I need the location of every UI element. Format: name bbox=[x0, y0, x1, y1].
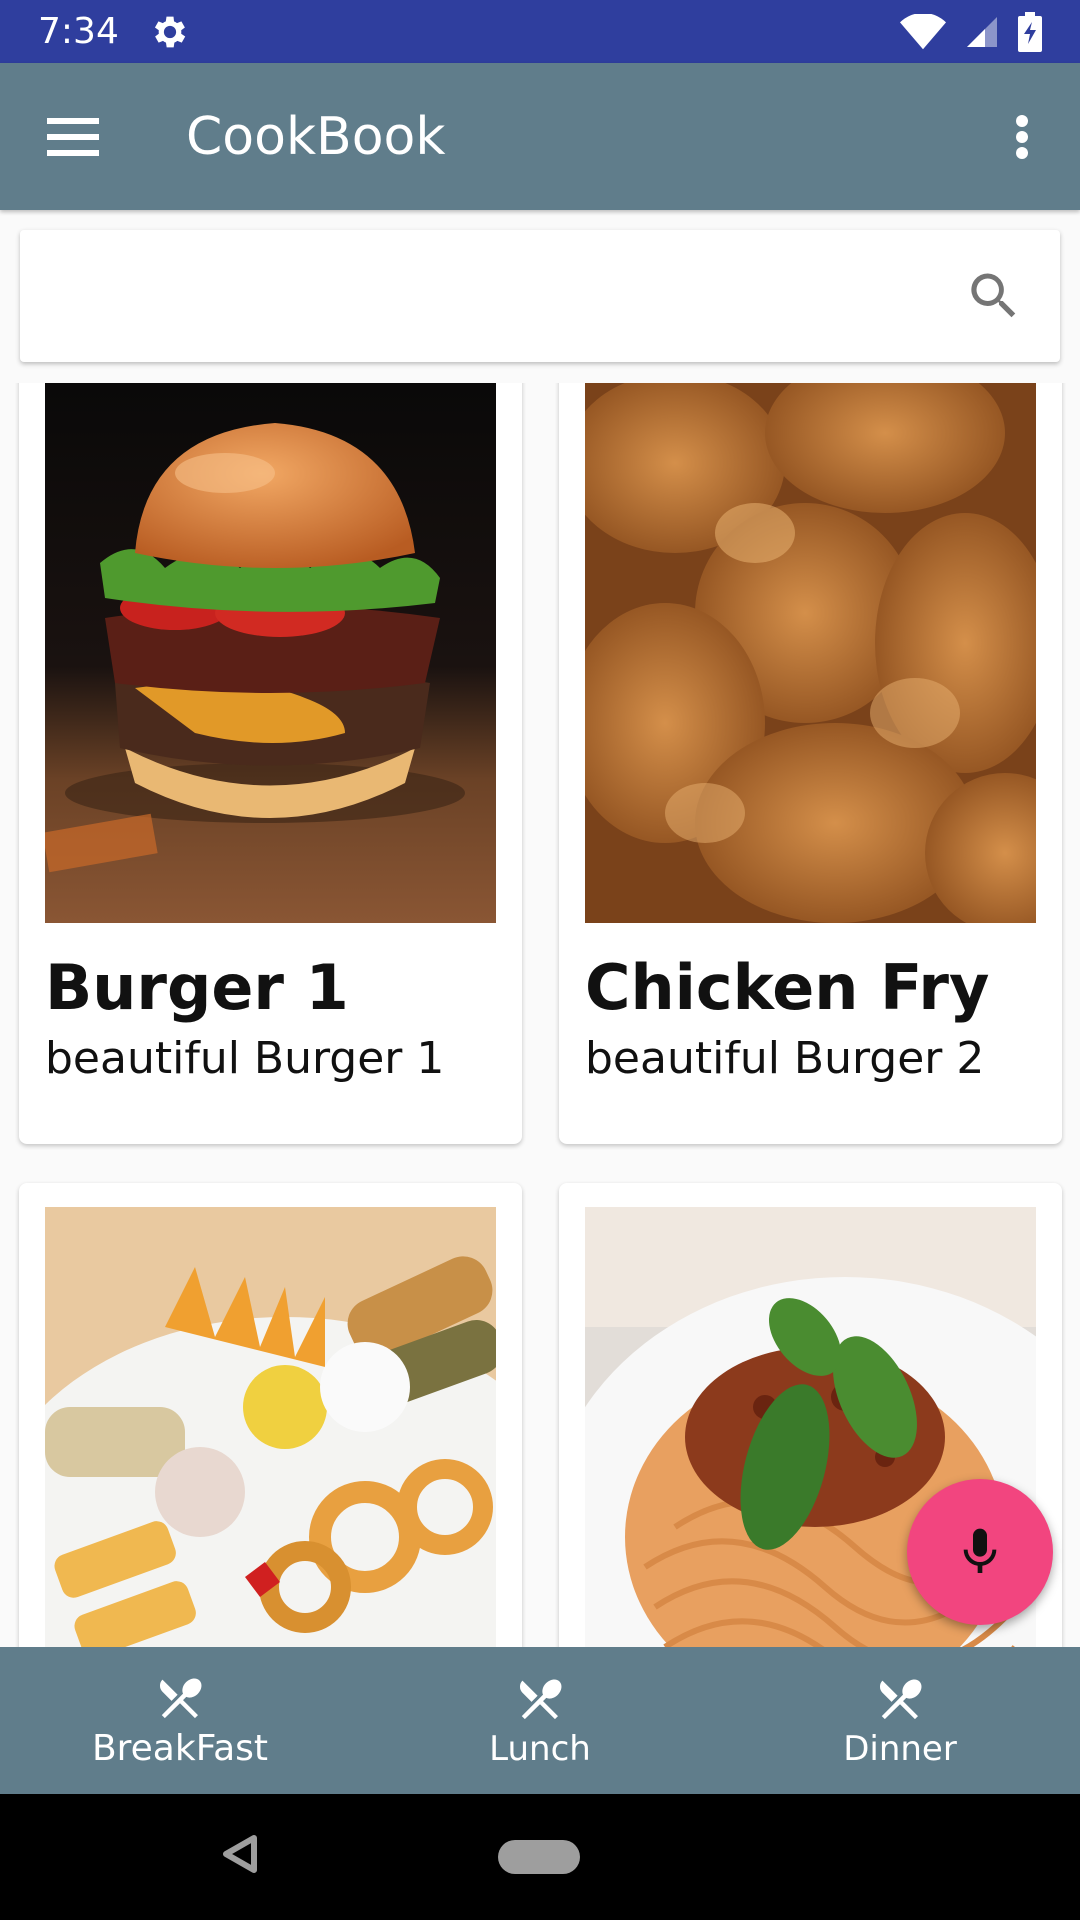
nav-label: BreakFast bbox=[91, 1728, 269, 1769]
back-icon[interactable] bbox=[222, 1834, 258, 1874]
voice-search-fab[interactable] bbox=[907, 1479, 1053, 1625]
microphone-icon bbox=[963, 1528, 997, 1573]
nav-label: Lunch bbox=[489, 1728, 591, 1769]
settings-gear-icon bbox=[154, 16, 186, 47]
more-vert-icon bbox=[1016, 114, 1028, 159]
nav-label: Dinner bbox=[843, 1728, 957, 1769]
app-title: CookBook bbox=[186, 106, 446, 167]
hamburger-menu-icon bbox=[47, 117, 99, 156]
system-navigation-bar bbox=[0, 1794, 1080, 1920]
recipe-subtitle: beautiful Burger 2 bbox=[585, 1033, 985, 1084]
recipe-card-chicken-fry[interactable]: Chicken Fry beautiful Burger 2 bbox=[559, 383, 1062, 1144]
recipe-card-snack-platter[interactable] bbox=[19, 1183, 522, 1647]
utensils-icon bbox=[159, 1678, 202, 1719]
home-pill-button[interactable] bbox=[498, 1840, 580, 1874]
fried-chicken-image bbox=[585, 383, 1036, 923]
recipe-subtitle: beautiful Burger 1 bbox=[45, 1033, 445, 1084]
status-bar: 7:34 bbox=[0, 0, 1080, 63]
search-input[interactable] bbox=[20, 230, 964, 362]
recipe-title: Burger 1 bbox=[45, 951, 349, 1024]
nav-item-breakfast[interactable]: BreakFast bbox=[0, 1647, 360, 1794]
menu-button[interactable] bbox=[46, 110, 100, 164]
recipe-card-burger-1[interactable]: Burger 1 beautiful Burger 1 bbox=[19, 383, 522, 1144]
recipe-grid: Burger 1 beautiful Burger 1 Chicken Fry … bbox=[0, 383, 1080, 1647]
app-bar: CookBook bbox=[0, 63, 1080, 210]
utensils-icon bbox=[519, 1678, 562, 1719]
signal-icon bbox=[967, 16, 997, 47]
status-time: 7:34 bbox=[38, 11, 119, 52]
search-box bbox=[20, 230, 1060, 362]
overflow-menu-button[interactable] bbox=[1002, 107, 1042, 167]
bottom-navigation: BreakFast Lunch Dinner bbox=[0, 1647, 1080, 1794]
nav-item-lunch[interactable]: Lunch bbox=[360, 1647, 720, 1794]
nav-item-dinner[interactable]: Dinner bbox=[720, 1647, 1080, 1794]
wifi-icon bbox=[900, 13, 946, 49]
snack-platter-image bbox=[45, 1207, 496, 1647]
utensils-icon bbox=[879, 1678, 922, 1719]
search-icon[interactable] bbox=[964, 266, 1024, 326]
recipe-title: Chicken Fry bbox=[585, 951, 990, 1024]
battery-charging-icon bbox=[1018, 11, 1042, 52]
burger-image bbox=[45, 383, 496, 923]
